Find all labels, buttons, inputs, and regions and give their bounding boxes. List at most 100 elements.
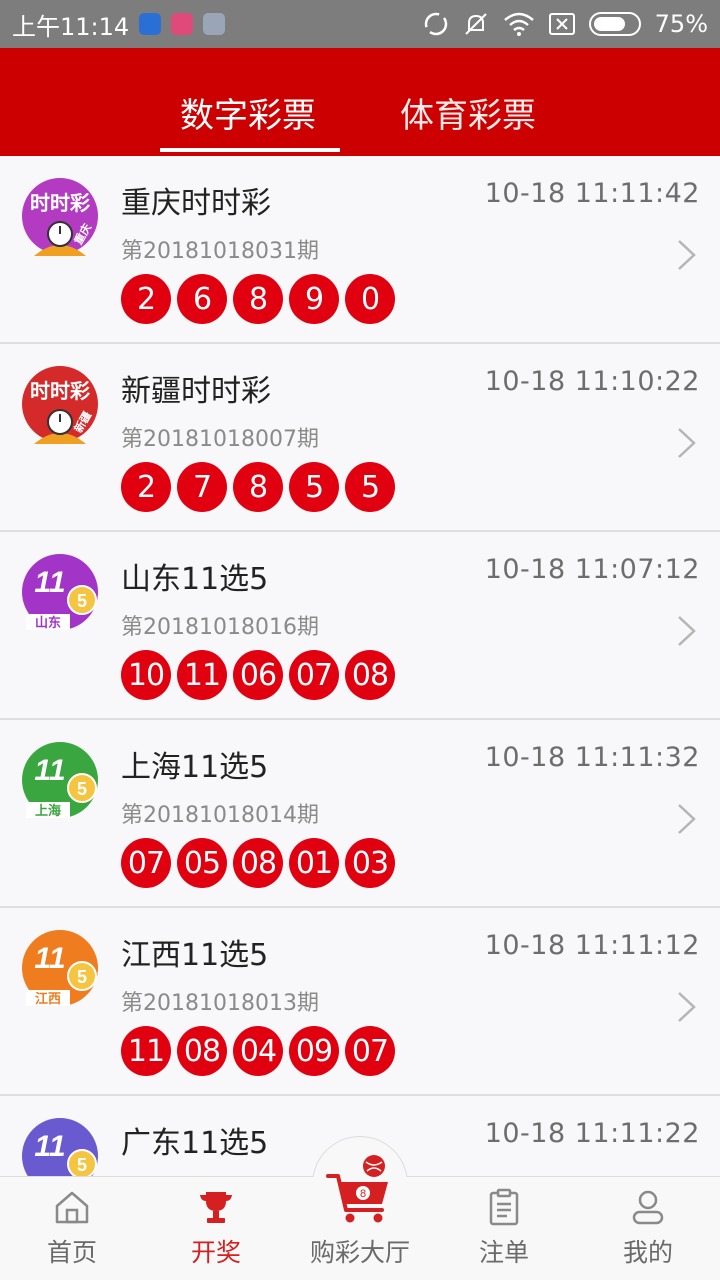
chevron-right-icon[interactable]: [676, 426, 698, 460]
draw-time: 10-18 11:11:32: [484, 742, 700, 773]
battery-icon: [588, 12, 641, 36]
chevron-right-icon[interactable]: [676, 990, 698, 1024]
number-ball: 6: [177, 274, 227, 324]
svg-text:时时彩: 时时彩: [30, 380, 90, 403]
number-ball: 04: [233, 1026, 283, 1076]
winning-numbers: 27855: [121, 462, 395, 512]
svg-text:江西: 江西: [35, 991, 61, 1006]
nav-lottery-hall-label: 购彩大厅: [309, 1238, 410, 1267]
draw-time: 10-18 11:10:22: [484, 366, 700, 397]
draw-time: 10-18 11:11:42: [484, 178, 700, 209]
cart-icon[interactable]: 8: [326, 1152, 394, 1226]
lottery-logo: 11 5 山东: [20, 552, 100, 632]
number-ball: 5: [289, 462, 339, 512]
number-ball: 2: [121, 462, 171, 512]
svg-text:11: 11: [34, 1130, 65, 1163]
svg-text:8: 8: [360, 1188, 366, 1200]
number-ball: 11: [177, 650, 227, 700]
status-time: 上午11:14: [12, 12, 130, 41]
lottery-row[interactable]: 11 5 山东 山东11选5 10-18 11:07:12 第20181018016期 10…: [0, 532, 720, 720]
lottery-row[interactable]: 11 5 江西 江西11选5 10-18 11:11:12 第20181018013期 11…: [0, 908, 720, 1096]
winning-numbers: 10 11 06 07 08: [121, 650, 395, 700]
number-ball: 06: [233, 650, 283, 700]
lottery-row[interactable]: 时时彩 重庆 重庆时时彩 10-18 11:11:42 第20181018031期 2 6 8…: [0, 156, 720, 344]
svg-text:时时彩: 时时彩: [30, 192, 90, 215]
trophy-icon: [200, 1192, 232, 1223]
user-icon: [632, 1190, 664, 1225]
lottery-name: 上海11选5: [121, 750, 269, 785]
nav-profile-label: 我的: [622, 1238, 673, 1267]
lottery-logo: 11 5: [20, 1116, 100, 1176]
number-ball: 08: [233, 838, 283, 888]
nav-orders-label: 注单: [478, 1238, 529, 1267]
issue-number: 第20181018014期: [121, 803, 319, 828]
number-ball: 11: [121, 1026, 171, 1076]
nav-draw-results[interactable]: 开奖: [144, 1177, 288, 1280]
tab-digital-lottery[interactable]: 数字彩票: [180, 88, 316, 137]
message-notification-icon: [203, 13, 226, 35]
svg-text:11: 11: [34, 942, 65, 975]
music-notification-icon: [171, 13, 194, 35]
nav-orders[interactable]: 注单: [432, 1177, 576, 1280]
nav-home[interactable]: 首页: [0, 1177, 144, 1280]
svg-text:5: 5: [77, 779, 87, 799]
number-ball: 07: [345, 1026, 395, 1076]
winning-numbers: 07 05 08 01 03: [121, 838, 395, 888]
issue-number: 第20181018007期: [121, 427, 319, 452]
status-bar: 上午11:14 75%: [0, 0, 720, 48]
lottery-row[interactable]: 11 5 上海 上海11选5 10-18 11:11:32 第20181018014期 07…: [0, 720, 720, 908]
draw-time: 10-18 11:07:12: [484, 554, 700, 585]
issue-number: 第20181018016期: [121, 615, 319, 640]
number-ball: 8: [233, 462, 283, 512]
number-ball: 01: [289, 838, 339, 888]
number-ball: 03: [345, 838, 395, 888]
svg-text:11: 11: [34, 566, 65, 599]
nav-draw-results-label: 开奖: [190, 1238, 241, 1267]
number-ball: 10: [121, 650, 171, 700]
lottery-name: 新疆时时彩: [121, 374, 271, 409]
number-ball: 2: [121, 274, 171, 324]
mute-icon: [464, 13, 487, 35]
app-notification-icon: [139, 13, 162, 35]
svg-text:上海: 上海: [35, 803, 61, 818]
number-ball: 0: [345, 274, 395, 324]
winning-numbers: 26890: [121, 274, 395, 324]
tab-sports-lottery[interactable]: 体育彩票: [400, 88, 536, 137]
svg-text:5: 5: [77, 591, 87, 611]
lottery-name: 江西11选5: [121, 938, 269, 973]
draw-time: 10-18 11:11:22: [484, 1118, 700, 1149]
chevron-right-icon[interactable]: [676, 802, 698, 836]
battery-percent: 75%: [654, 10, 708, 38]
clipboard-icon: [489, 1188, 519, 1226]
number-ball: 08: [345, 650, 395, 700]
number-ball: 07: [289, 650, 339, 700]
draw-time: 10-18 11:11:12: [484, 930, 700, 961]
number-ball: 08: [177, 1026, 227, 1076]
svg-text:5: 5: [77, 967, 87, 987]
sim-icon: [548, 13, 575, 35]
winning-numbers: 11 08 04 09 07: [121, 1026, 395, 1076]
lottery-row[interactable]: 时时彩 新疆 新疆时时彩 10-18 11:10:22 第20181018007期 2 7 8…: [0, 344, 720, 532]
number-ball: 7: [177, 462, 227, 512]
chevron-right-icon[interactable]: [676, 238, 698, 272]
number-ball: 05: [177, 838, 227, 888]
svg-text:11: 11: [34, 754, 65, 787]
nav-home-label: 首页: [46, 1238, 97, 1267]
svg-text:山东: 山东: [35, 615, 61, 630]
lottery-name: 重庆时时彩: [121, 186, 271, 221]
lottery-name: 山东11选5: [121, 562, 269, 597]
home-icon: [55, 1191, 89, 1224]
wifi-icon: [503, 12, 534, 36]
number-ball: 5: [345, 462, 395, 512]
lottery-logo: 11 5 上海: [20, 740, 100, 820]
lottery-results-list[interactable]: 时时彩 重庆 重庆时时彩 10-18 11:11:42 第20181018031期 2 6 8…: [0, 156, 720, 1176]
number-ball: 8: [233, 274, 283, 324]
chevron-right-icon[interactable]: [676, 614, 698, 648]
nav-profile[interactable]: 我的: [576, 1177, 720, 1280]
lottery-logo: 时时彩 重庆: [20, 176, 100, 256]
issue-number: 第20181018013期: [121, 991, 319, 1016]
header-bar: 数字彩票 体育彩票: [0, 48, 720, 156]
issue-number: 第20181018031期: [121, 239, 319, 264]
svg-text:5: 5: [77, 1155, 87, 1175]
sync-icon: [424, 12, 447, 36]
